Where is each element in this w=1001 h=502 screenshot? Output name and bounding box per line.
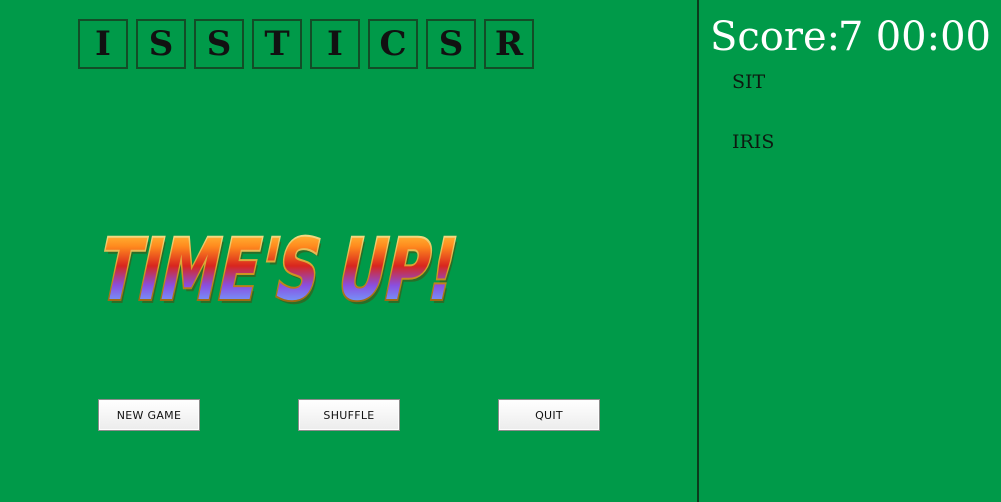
- letter-tile[interactable]: S: [194, 19, 244, 69]
- quit-button[interactable]: QUIT: [498, 399, 600, 431]
- panel-divider: [697, 0, 699, 502]
- score-label: Score:: [710, 14, 841, 60]
- letter-tile[interactable]: I: [78, 19, 128, 69]
- banner-text: TIME'S UP!: [95, 222, 466, 315]
- letter-tiles: I S S T I C S R: [78, 19, 534, 69]
- found-word: SIT: [732, 71, 766, 93]
- letter-tile[interactable]: R: [484, 19, 534, 69]
- letter-tile[interactable]: S: [136, 19, 186, 69]
- letter-tile[interactable]: S: [426, 19, 476, 69]
- game-board: I S S T I C S R TIME'S UP! TIME'S UP! NE…: [0, 0, 1001, 502]
- shuffle-button[interactable]: SHUFFLE: [298, 399, 400, 431]
- letter-tile[interactable]: I: [310, 19, 360, 69]
- score-value: 7: [838, 14, 864, 60]
- found-words-list: SIT IRIS: [732, 68, 774, 188]
- letter-tile[interactable]: C: [368, 19, 418, 69]
- scoreboard: Score: 7 00:00: [710, 14, 995, 68]
- new-game-button[interactable]: NEW GAME: [98, 399, 200, 431]
- timer: 00:00: [875, 14, 991, 60]
- times-up-banner: TIME'S UP! TIME'S UP!: [95, 220, 469, 315]
- letter-tile[interactable]: T: [252, 19, 302, 69]
- found-word: IRIS: [732, 131, 775, 153]
